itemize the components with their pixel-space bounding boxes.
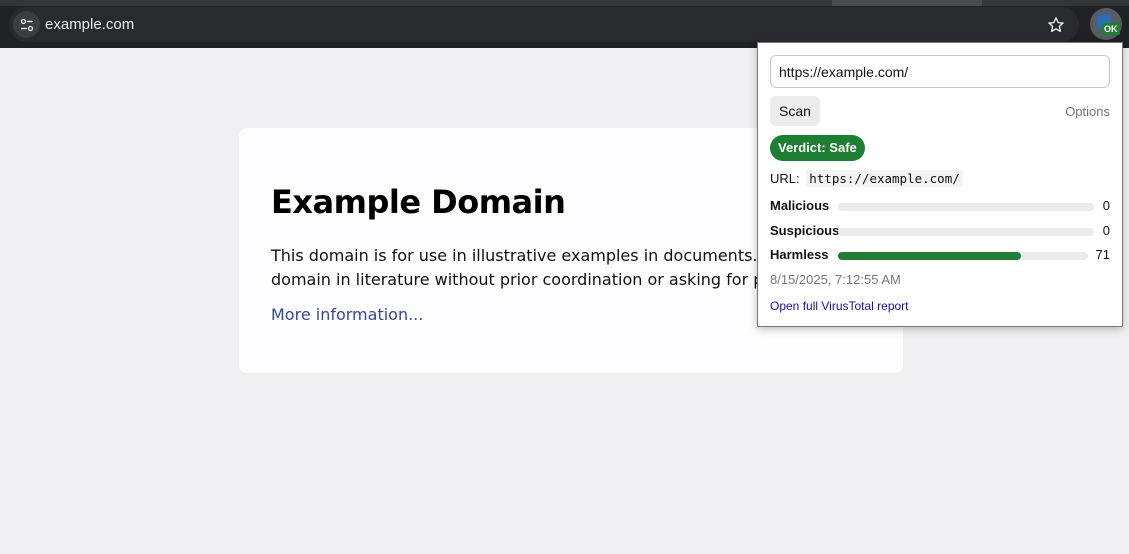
stat-bar (838, 228, 1094, 236)
scanned-url: https://example.com/ (806, 170, 963, 187)
virustotal-report-link[interactable]: Open full VirusTotal report (770, 299, 909, 313)
stat-bar (838, 203, 1094, 211)
scanned-url-row: URL: https://example.com/ (770, 170, 963, 187)
stat-count: 0 (1102, 198, 1110, 213)
stat-row-harmless: Harmless 71 (770, 246, 1110, 264)
stat-label: Suspicious (770, 223, 840, 238)
stat-row-malicious: Malicious 0 (770, 197, 1110, 215)
tab-strip-segment (832, 0, 982, 6)
page-title: Example Domain (271, 183, 566, 221)
stat-label: Harmless (770, 247, 829, 262)
tune-icon (20, 18, 33, 31)
scan-timestamp: 8/15/2025, 7:12:55 AM (770, 272, 901, 287)
url-input[interactable] (770, 55, 1110, 88)
more-information-link[interactable]: More information... (271, 305, 423, 324)
browser-toolbar: example.com OK (0, 0, 1129, 48)
stat-count: 71 (1095, 247, 1110, 262)
stat-label: Malicious (770, 198, 830, 213)
site-info-button[interactable] (13, 11, 40, 38)
address-bar[interactable]: example.com (9, 7, 1079, 42)
scan-button[interactable]: Scan (770, 96, 820, 126)
url-label: URL: (770, 171, 800, 186)
shield-icon: OK (1095, 13, 1120, 35)
tab-strip (0, 0, 1129, 6)
options-link[interactable]: Options (1065, 104, 1110, 119)
extension-status-badge: OK (1102, 23, 1120, 35)
address-text[interactable]: example.com (45, 7, 134, 42)
stat-bar (838, 252, 1088, 260)
virustotal-extension-button[interactable]: OK (1090, 8, 1122, 40)
stat-fill (838, 252, 1021, 260)
extension-popup: Scan Options Verdict: Safe URL: https://… (757, 42, 1123, 327)
stat-row-suspicious: Suspicious 0 (770, 222, 1110, 240)
bookmark-star-icon[interactable] (1045, 14, 1067, 36)
stat-count: 0 (1102, 223, 1110, 238)
verdict-badge: Verdict: Safe (770, 135, 865, 161)
